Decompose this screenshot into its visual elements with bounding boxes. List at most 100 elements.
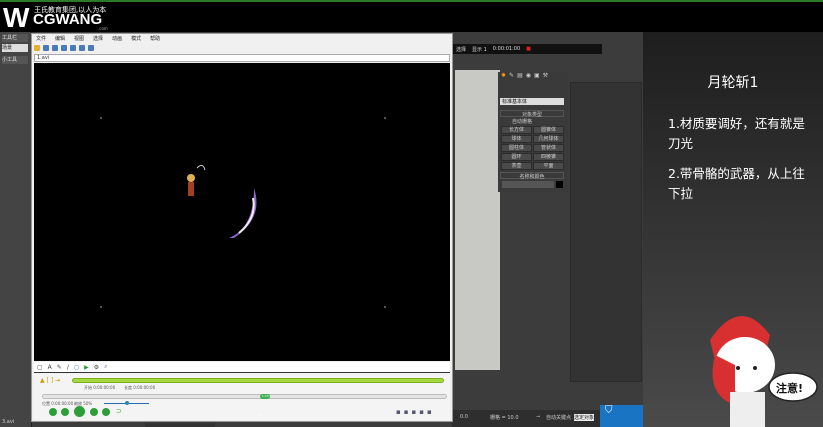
command-panel-extension bbox=[570, 82, 642, 382]
corner-mark bbox=[100, 306, 102, 308]
logo-domain: .com bbox=[98, 26, 108, 31]
end-label: 长度 0:00:00:00 bbox=[124, 385, 156, 390]
mascot-speech: 注意! bbox=[776, 382, 804, 395]
capture-icon[interactable] bbox=[79, 45, 85, 51]
gear-icon[interactable]: ⚙ bbox=[94, 364, 99, 371]
save-icon[interactable] bbox=[43, 45, 49, 51]
corner-mark bbox=[100, 117, 102, 119]
command-tabs[interactable]: ✸ ✎ ▤ ◉ ▣ ⚒ bbox=[501, 72, 565, 81]
create-tab-icon[interactable]: ✸ bbox=[501, 72, 506, 81]
grid-label: 栅格 = 10.0 bbox=[490, 415, 519, 421]
drawing-toolbar: ▢ A ✎ / ○ ▶ ⚙ ⌕ bbox=[34, 362, 450, 373]
menu-item[interactable]: 视图 bbox=[74, 35, 84, 42]
toolbar-label[interactable]: 选择 bbox=[456, 46, 466, 53]
usb-icon: ⛉ bbox=[605, 405, 613, 416]
name-color-rollout[interactable]: 名称和颜色 bbox=[500, 172, 564, 180]
last-frame-button[interactable] bbox=[102, 408, 110, 416]
teapot-button[interactable]: 茶壶 bbox=[501, 162, 532, 170]
key-icon[interactable]: ⊸ bbox=[536, 414, 540, 420]
output-icons[interactable]: ▪▪▪▪▪ bbox=[396, 408, 435, 416]
menu-item[interactable]: 选择 bbox=[93, 35, 103, 42]
toolbar-label[interactable]: 显示 1 bbox=[472, 46, 487, 53]
logo-name: CGWANG bbox=[33, 11, 103, 28]
hierarchy-tab-icon[interactable]: ▤ bbox=[517, 72, 523, 81]
rollout-title[interactable]: 对象类型 bbox=[500, 110, 564, 118]
cylinder-button[interactable]: 圆柱体 bbox=[501, 144, 532, 152]
mouse-cursor-icon: ☝ bbox=[258, 412, 264, 422]
open-icon[interactable] bbox=[34, 45, 40, 51]
position-label: 位置 0:00:00:00 bbox=[42, 401, 74, 406]
corner-mark bbox=[384, 306, 386, 308]
video-player-window: 文件 编辑 视图 选择 动画 模式 帮助 1.avi ▢ A ✎ / ○ ▶ ⚙ ⌕ ▲ [ … bbox=[31, 33, 453, 422]
slide-note: 2.带骨骼的武器，从上往下拉 bbox=[668, 166, 805, 201]
pen-icon[interactable]: ✎ bbox=[57, 364, 62, 371]
coord-field[interactable]: 0.0 bbox=[460, 414, 468, 420]
logo-mark: W bbox=[3, 2, 30, 33]
line-icon[interactable]: / bbox=[67, 364, 69, 371]
left-panel-item[interactable]: 场景 bbox=[2, 44, 28, 52]
player-toolbar bbox=[32, 43, 452, 53]
mark-in-icon[interactable]: ▲ [ ] ⇥ bbox=[40, 377, 60, 384]
name-input[interactable] bbox=[502, 181, 554, 188]
selection-dropdown[interactable]: 选定对象 bbox=[574, 414, 595, 421]
menu-item[interactable]: 文件 bbox=[36, 35, 46, 42]
mascot-illustration bbox=[710, 316, 818, 427]
player-menubar: 文件 编辑 视图 选择 动画 模式 帮助 bbox=[32, 34, 452, 43]
max-toolbar: 选择 显示 1 0:00:01:00 ■ bbox=[452, 44, 602, 54]
top-banner: W 王氏教育集团,以人为本 CGWANG .com bbox=[0, 0, 823, 32]
circle-icon[interactable]: ○ bbox=[74, 364, 79, 371]
usb-notification[interactable]: ⛉ bbox=[600, 405, 643, 427]
text-tool-icon[interactable]: A bbox=[48, 364, 52, 371]
utilities-tab-icon[interactable]: ⚒ bbox=[543, 72, 548, 81]
pyramid-button[interactable]: 四棱锥 bbox=[533, 153, 564, 161]
menu-item[interactable]: 模式 bbox=[131, 35, 141, 42]
autogrid-checkbox[interactable]: 自动栅格 bbox=[512, 118, 532, 125]
seek-bar[interactable]: 1:33 bbox=[42, 394, 447, 399]
first-frame-button[interactable] bbox=[49, 408, 57, 416]
page-icon[interactable]: ▢ bbox=[37, 364, 43, 371]
record-icon[interactable]: ■ bbox=[526, 46, 531, 52]
play-button[interactable] bbox=[74, 406, 85, 417]
taskbar-item[interactable] bbox=[145, 423, 215, 427]
plane-button[interactable]: 平面 bbox=[533, 162, 564, 170]
modify-tab-icon[interactable]: ✎ bbox=[509, 72, 514, 81]
seek-thumb[interactable]: 1:33 bbox=[260, 394, 271, 399]
toolbar-label[interactable]: 0:00:01:00 bbox=[493, 46, 520, 52]
motion-tab-icon[interactable]: ◉ bbox=[526, 72, 531, 81]
geosphere-button[interactable]: 几何球体 bbox=[533, 135, 564, 143]
menu-item[interactable]: 编辑 bbox=[55, 35, 65, 42]
rewind-button[interactable] bbox=[61, 408, 69, 416]
arrow-icon[interactable]: ▶ bbox=[84, 364, 89, 371]
timeline-track[interactable] bbox=[72, 378, 444, 383]
tube-button[interactable]: 管状体 bbox=[533, 144, 564, 152]
max-statusbar: 0.0 栅格 = 10.0 ⊸ 自动关键点 选定对象 bbox=[452, 410, 600, 427]
video-viewport[interactable] bbox=[34, 63, 450, 361]
loop-icon[interactable]: ⊃ bbox=[116, 407, 122, 415]
export-icon[interactable] bbox=[52, 45, 58, 51]
torus-button[interactable]: 圆环 bbox=[501, 153, 532, 161]
corner-mark bbox=[384, 117, 386, 119]
sphere-button[interactable]: 球体 bbox=[501, 135, 532, 143]
start-label: 开始 0:00:00:00 bbox=[84, 385, 116, 390]
character-sprite bbox=[187, 164, 257, 238]
left-panel: 工具栏 场景 小工具 bbox=[0, 32, 32, 427]
display-tab-icon[interactable]: ▣ bbox=[534, 72, 540, 81]
copy-icon[interactable] bbox=[70, 45, 76, 51]
menu-item[interactable]: 帮助 bbox=[150, 35, 160, 42]
timeline-panel: ▲ [ ] ⇥ 开始 0:00:00:00 长度 0:00:00:00 1:33… bbox=[34, 374, 450, 420]
color-swatch[interactable] bbox=[556, 181, 563, 188]
left-panel-item[interactable]: 工具栏 bbox=[2, 34, 28, 42]
primitive-dropdown[interactable]: 标准基本体 bbox=[500, 98, 564, 105]
zoom-slider-thumb[interactable] bbox=[124, 401, 129, 405]
cone-button[interactable]: 圆锥体 bbox=[533, 126, 564, 134]
zoom-slider[interactable] bbox=[104, 401, 149, 405]
settings-icon[interactable] bbox=[88, 45, 94, 51]
menu-item[interactable]: 动画 bbox=[112, 35, 122, 42]
slide-note: 1.材质要调好，还有就是刀光 bbox=[668, 116, 805, 151]
left-panel-item[interactable]: 小工具 bbox=[2, 56, 28, 64]
box-button[interactable]: 长方体 bbox=[501, 126, 532, 134]
autokey-label[interactable]: 自动关键点 bbox=[546, 414, 571, 421]
upload-icon[interactable] bbox=[61, 45, 67, 51]
forward-button[interactable] bbox=[90, 408, 98, 416]
zoom-icon[interactable]: ⌕ bbox=[104, 363, 107, 371]
